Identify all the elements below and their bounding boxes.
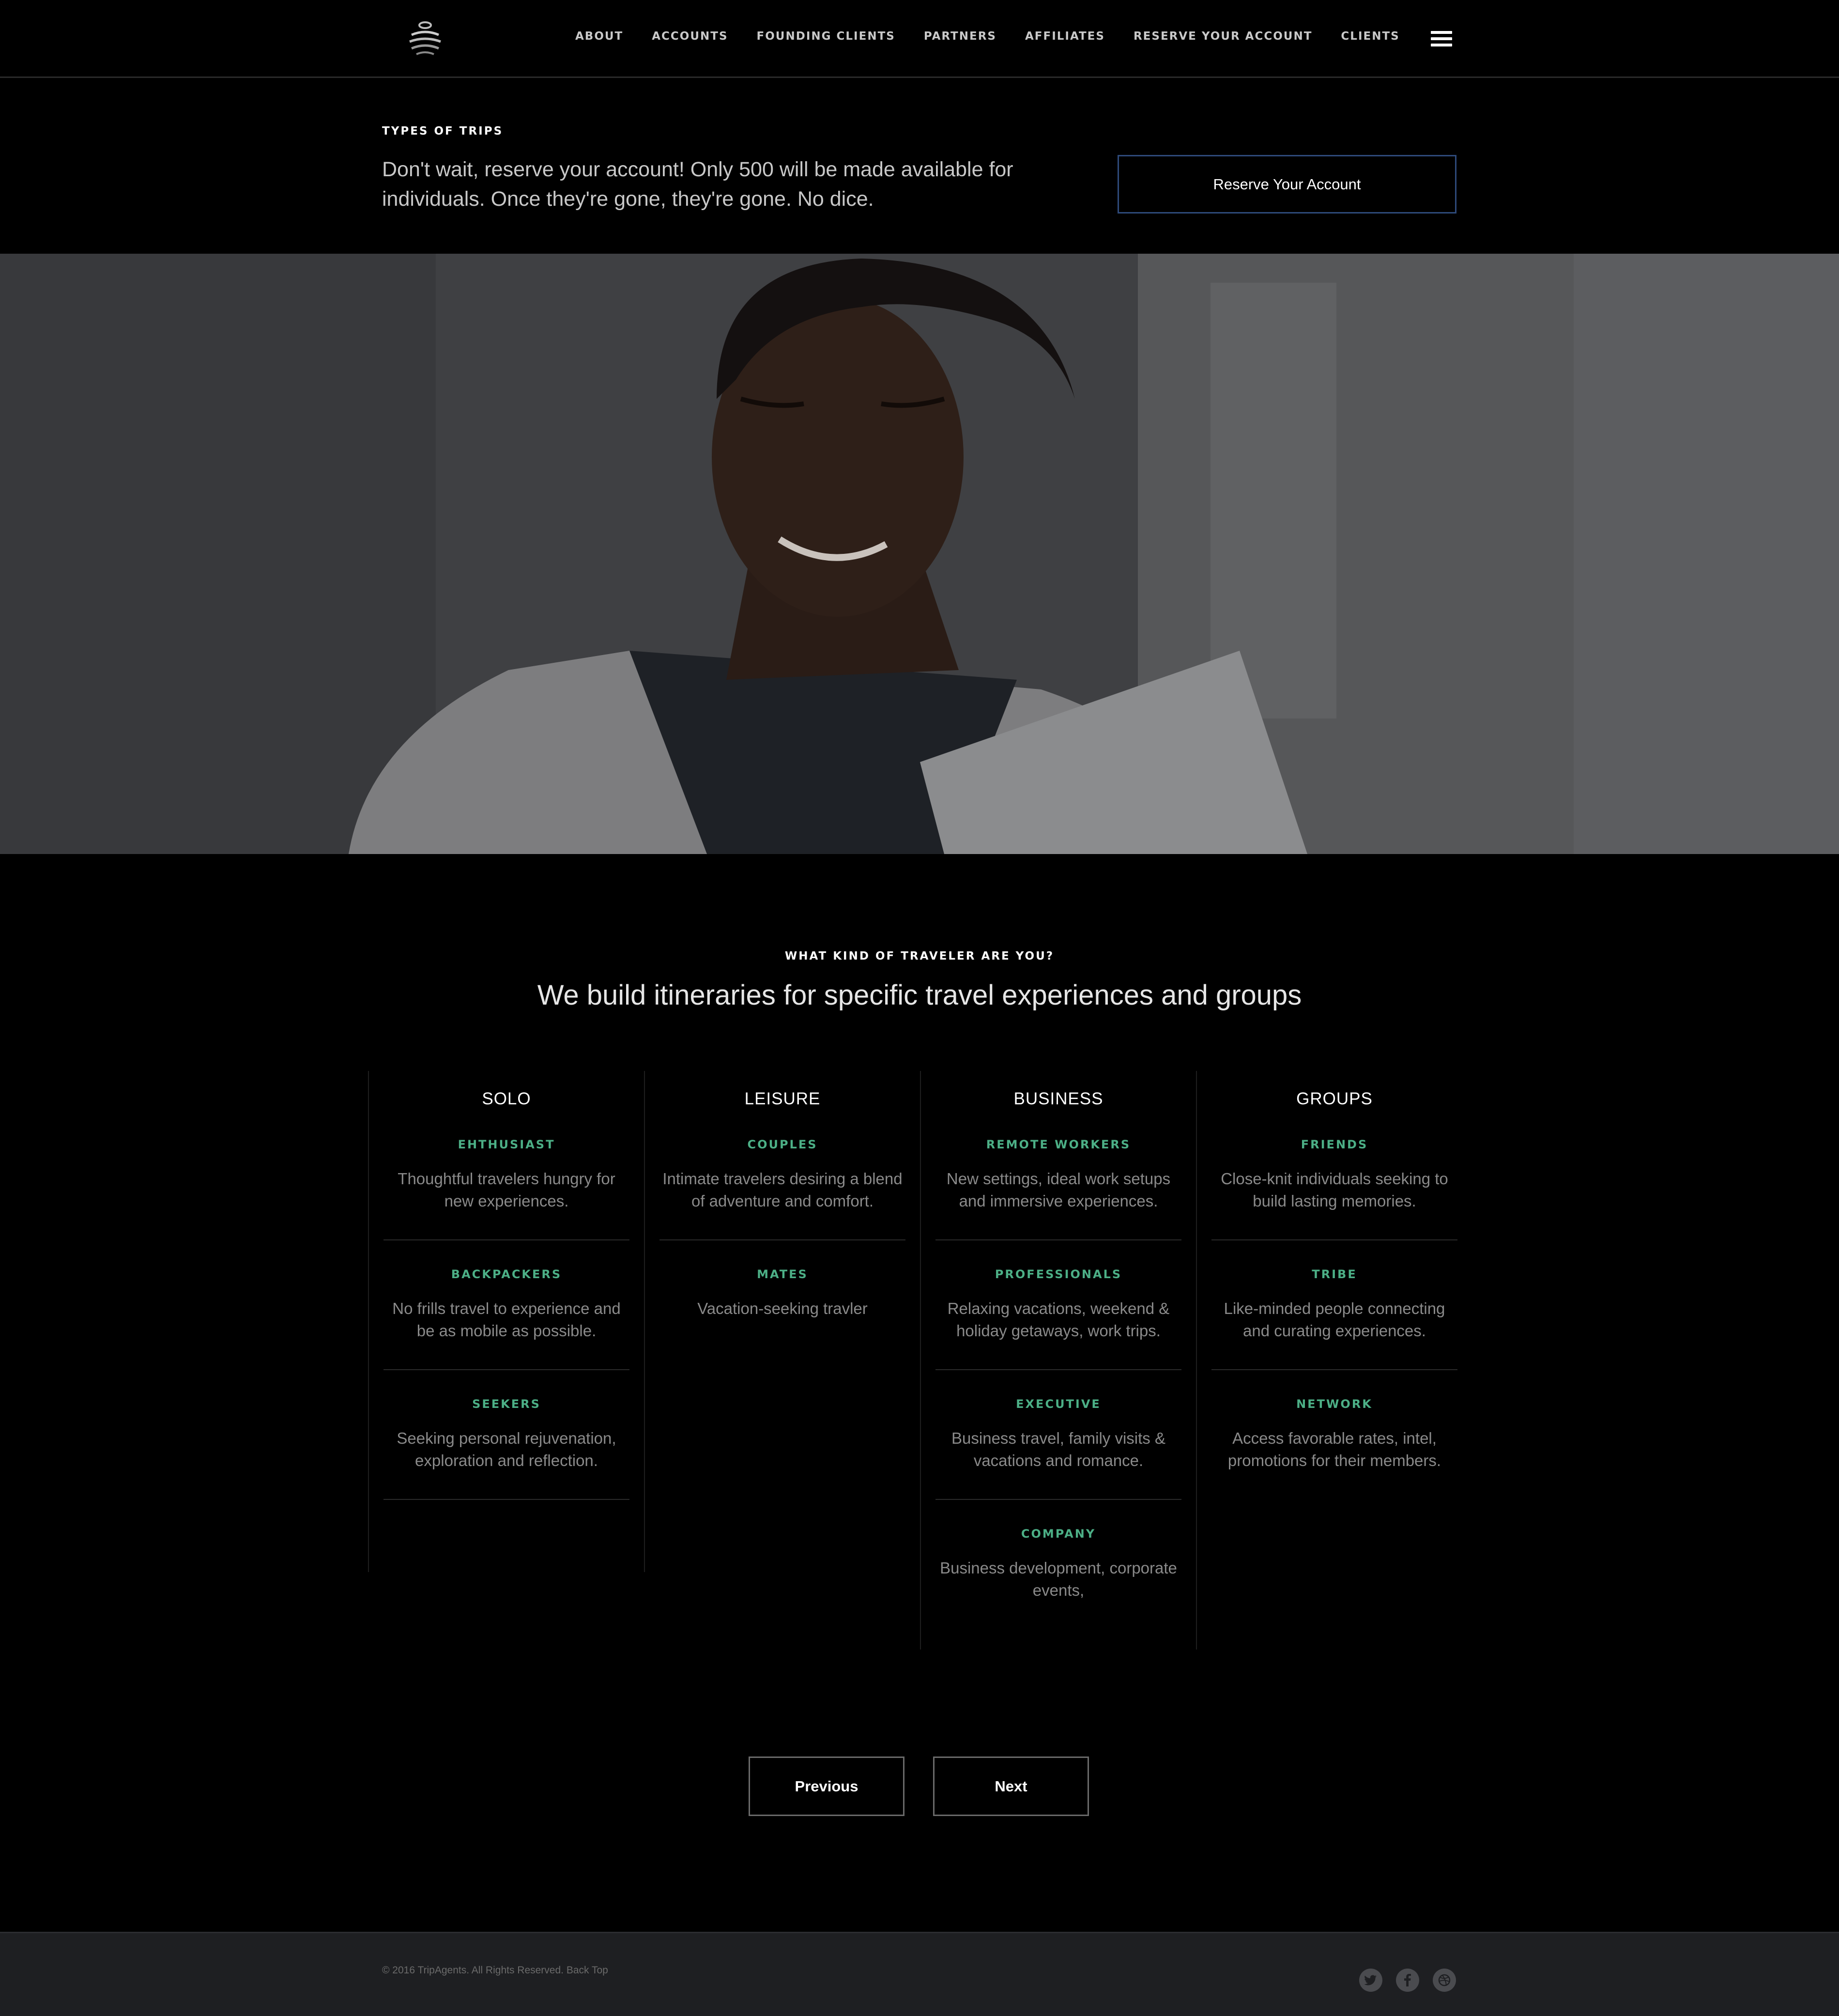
column-heading: SOLO [482,1089,531,1108]
traveler-title: We build itineraries for specific travel… [537,979,1302,1011]
back-top-link[interactable]: Back Top [567,1965,608,1976]
column-heading: LEISURE [744,1089,821,1108]
copyright-text: © 2016 TripAgents. All Rights Reserved. [382,1965,564,1976]
list-item: FRIENDS Close-knit individuals seeking t… [1211,1138,1457,1240]
reserve-account-button[interactable]: Reserve Your Account [1118,155,1456,214]
list-item: MATES Vacation-seeking travler [659,1268,905,1347]
types-of-trips-kicker: TYPES OF TRIPS [382,125,504,137]
item-label: BACKPACKERS [451,1268,562,1281]
top-navbar: ABOUT ACCOUNTS FOUNDING CLIENTS PARTNERS… [0,0,1839,78]
nav-link-about[interactable]: ABOUT [575,30,623,43]
nav-links: ABOUT ACCOUNTS FOUNDING CLIENTS PARTNERS… [575,30,1428,43]
footer: © 2016 TripAgents. All Rights Reserved. … [0,1932,1839,2016]
nav-link-partners[interactable]: PARTNERS [924,30,996,43]
list-item: EXECUTIVE Business travel, family visits… [935,1397,1181,1500]
item-description: Close-knit individuals seeking to build … [1221,1170,1448,1210]
nav-link-reserve-your-account[interactable]: RESERVE YOUR ACCOUNT [1134,30,1312,43]
item-description: Like-minded people connecting and curati… [1224,1299,1445,1340]
item-description: Access favorable rates, intel, promotion… [1227,1429,1441,1469]
list-item: TRIBE Like-minded people connecting and … [1211,1268,1457,1370]
dribbble-icon[interactable] [1433,1969,1456,1992]
nav-link-affiliates[interactable]: AFFILIATES [1025,30,1105,43]
item-description: Business travel, family visits & vacatio… [951,1429,1165,1469]
nav-link-clients[interactable]: CLIENTS [1341,30,1399,43]
hero-photo-illustration [0,254,1839,854]
item-label: MATES [757,1268,808,1281]
column-heading: GROUPS [1296,1089,1373,1108]
column-business: BUSINESS REMOTE WORKERS New settings, id… [920,1071,1196,1649]
column-leisure: LEISURE COUPLES Intimate travelers desir… [644,1071,920,1572]
item-description: Seeking personal rejuvenation, explorati… [397,1429,616,1469]
column-heading: BUSINESS [1013,1089,1103,1108]
column-groups: GROUPS FRIENDS Close-knit individuals se… [1196,1071,1472,1649]
hero-text: Don't wait, reserve your account! Only 5… [382,158,1013,211]
list-item: REMOTE WORKERS New settings, ideal work … [935,1138,1181,1240]
item-label: REMOTE WORKERS [986,1138,1131,1151]
item-description: Vacation-seeking travler [697,1299,868,1317]
item-label: NETWORK [1296,1397,1373,1411]
item-label: FRIENDS [1301,1138,1368,1151]
hero-photo [0,254,1839,854]
item-label: SEEKERS [472,1397,541,1411]
item-description: Intimate travelers desiring a blend of a… [662,1170,903,1210]
list-item: COUPLES Intimate travelers desiring a bl… [659,1138,905,1240]
item-description: Relaxing vacations, weekend & holiday ge… [947,1299,1170,1340]
twitter-icon[interactable] [1359,1969,1382,1992]
item-label: EHTHUSIAST [458,1138,555,1151]
item-label: TRIBE [1312,1268,1357,1281]
item-description: No frills travel to experience and be as… [392,1299,621,1340]
footer-text: © 2016 TripAgents. All Rights Reserved. … [382,1965,608,1976]
item-label: COMPANY [1021,1527,1096,1541]
item-description: Business development, corporate events, [940,1559,1177,1599]
traveler-kicker: WHAT KIND OF TRAVELER ARE YOU? [784,950,1055,962]
item-description: Thoughtful travelers hungry for new expe… [398,1170,615,1210]
traveler-columns: SOLO EHTHUSIAST Thoughtful travelers hun… [368,1071,1457,1652]
nav-link-founding-clients[interactable]: FOUNDING CLIENTS [757,30,895,43]
list-item: SEEKERS Seeking personal rejuvenation, e… [383,1397,629,1500]
hamburger-menu-icon[interactable] [1431,31,1452,46]
previous-button[interactable]: Previous [749,1756,904,1816]
list-item: NETWORK Access favorable rates, intel, p… [1211,1397,1457,1499]
list-item: PROFESSIONALS Relaxing vacations, weeken… [935,1268,1181,1370]
item-label: COUPLES [747,1138,818,1151]
column-solo: SOLO EHTHUSIAST Thoughtful travelers hun… [368,1071,644,1572]
item-label: EXECUTIVE [1016,1397,1101,1411]
next-button[interactable]: Next [933,1756,1089,1816]
globe-logo-icon[interactable] [406,18,444,59]
nav-link-accounts[interactable]: ACCOUNTS [652,30,728,43]
item-label: PROFESSIONALS [995,1268,1122,1281]
facebook-icon[interactable] [1396,1969,1419,1992]
item-description: New settings, ideal work setups and imme… [946,1170,1171,1210]
list-item: COMPANY Business development, corporate … [935,1527,1181,1629]
list-item: EHTHUSIAST Thoughtful travelers hungry f… [383,1138,629,1240]
list-item: BACKPACKERS No frills travel to experien… [383,1268,629,1370]
